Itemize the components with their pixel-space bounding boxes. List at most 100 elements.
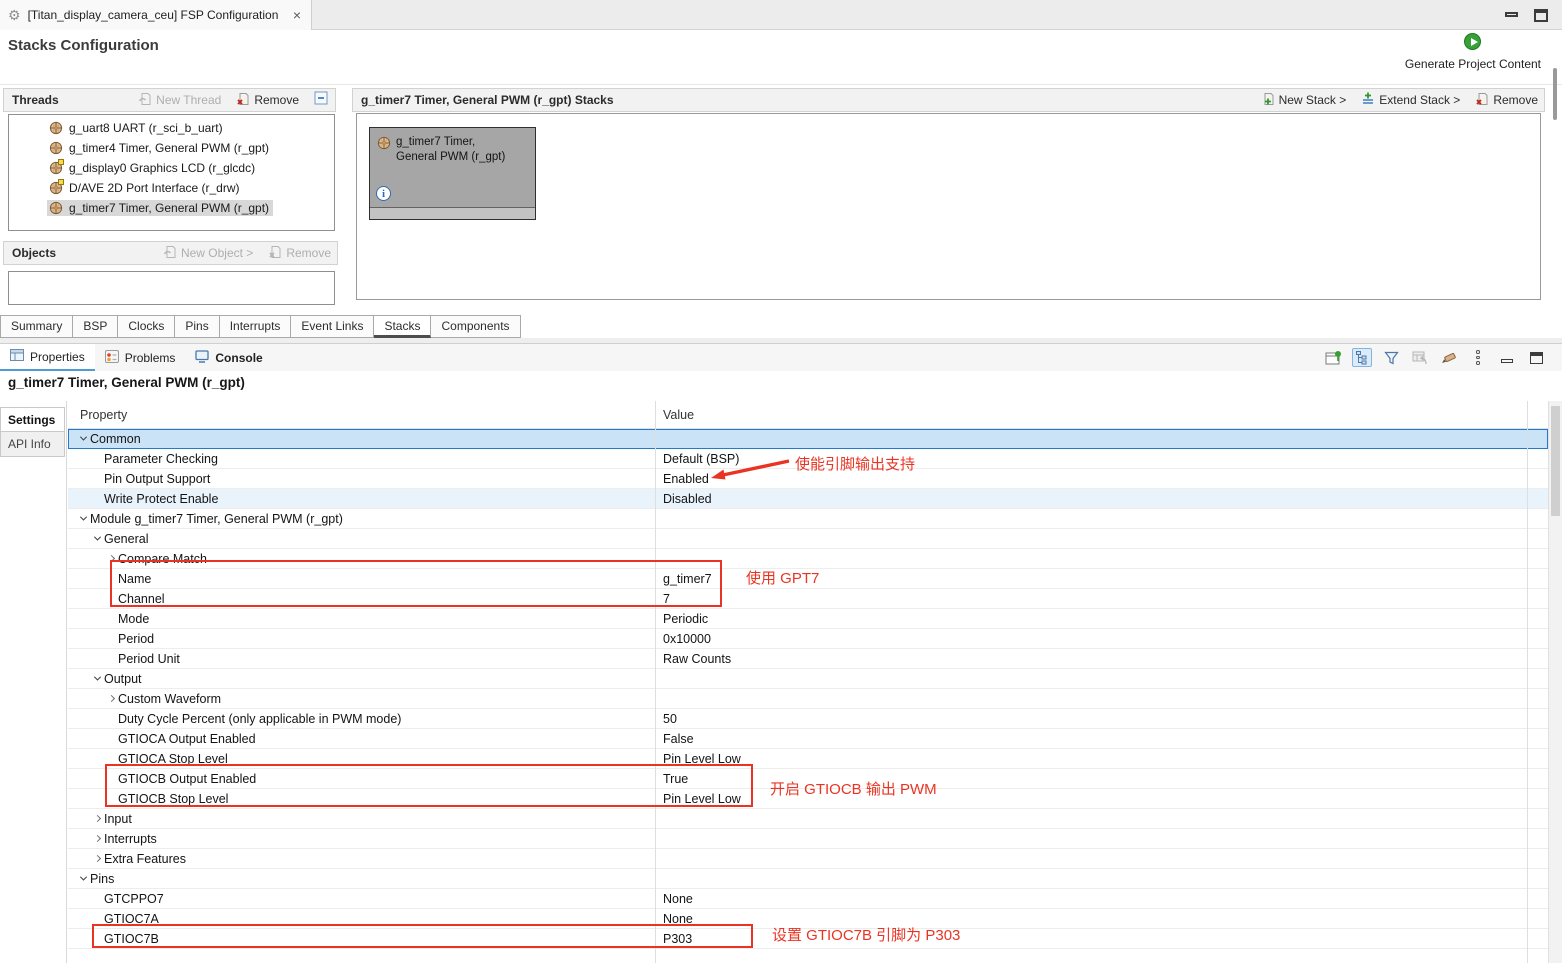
collapse-all-icon[interactable]: [314, 91, 329, 109]
configuration-tabs: SummaryBSPClocksPinsInterruptsEvent Link…: [0, 315, 521, 338]
filter-icon[interactable]: [1381, 348, 1401, 367]
property-row[interactable]: Nameg_timer7: [68, 569, 1548, 589]
new-stack-button[interactable]: New Stack >: [1261, 92, 1347, 109]
pin-view-icon[interactable]: [1323, 348, 1343, 367]
thread-item[interactable]: D/AVE 2D Port Interface (r_drw): [9, 178, 334, 198]
view-tab-properties[interactable]: Properties: [0, 344, 95, 371]
property-row[interactable]: Input: [68, 809, 1548, 829]
config-tab-pins[interactable]: Pins: [175, 315, 219, 338]
property-row[interactable]: GTIOCB Output EnabledTrue: [68, 769, 1548, 789]
restore-defaults-icon[interactable]: [1410, 348, 1430, 367]
property-row[interactable]: Interrupts: [68, 829, 1548, 849]
close-icon[interactable]: ×: [293, 7, 301, 23]
view-menu-icon[interactable]: [1468, 348, 1488, 367]
property-label: Mode: [118, 612, 149, 626]
info-icon[interactable]: i: [376, 186, 391, 201]
column-divider[interactable]: [1527, 401, 1528, 963]
tree-view-icon[interactable]: [1352, 348, 1372, 367]
thread-item[interactable]: g_timer4 Timer, General PWM (r_gpt): [9, 138, 334, 158]
maximize-icon[interactable]: [1534, 9, 1548, 22]
property-row[interactable]: GTIOCA Output EnabledFalse: [68, 729, 1548, 749]
property-row[interactable]: GTIOCB Stop LevelPin Level Low: [68, 789, 1548, 809]
minimize-icon[interactable]: [1505, 12, 1518, 17]
chevron-expanded-icon[interactable]: [76, 876, 90, 881]
minimize-view-icon[interactable]: [1497, 348, 1517, 367]
property-row[interactable]: Common: [68, 429, 1548, 449]
view-tab-problems[interactable]: Problems: [95, 344, 186, 371]
chevron-collapsed-icon[interactable]: [104, 696, 118, 701]
property-label: Common: [90, 432, 141, 446]
config-tab-bsp[interactable]: BSP: [73, 315, 118, 338]
extend-stack-button[interactable]: Extend Stack >: [1361, 92, 1460, 109]
property-row[interactable]: Module g_timer7 Timer, General PWM (r_gp…: [68, 509, 1548, 529]
property-row[interactable]: Write Protect EnableDisabled: [68, 489, 1548, 509]
config-tab-components[interactable]: Components: [431, 315, 520, 338]
stacks-configuration-editor: Stacks Configuration Generate Project Co…: [0, 30, 1562, 315]
module-icon: [377, 136, 391, 155]
config-tab-clocks[interactable]: Clocks: [118, 315, 175, 338]
property-row[interactable]: Compare Match: [68, 549, 1548, 569]
property-row[interactable]: Pins: [68, 869, 1548, 889]
property-row[interactable]: Pin Output SupportEnabled: [68, 469, 1548, 489]
stack-module-label: g_timer7 Timer, General PWM (r_gpt): [396, 135, 505, 165]
objects-title: Objects: [12, 246, 56, 260]
property-row[interactable]: Period UnitRaw Counts: [68, 649, 1548, 669]
properties-scrollbar[interactable]: [1548, 401, 1562, 963]
remove-stack-button[interactable]: Remove: [1475, 92, 1538, 109]
property-row[interactable]: Channel7: [68, 589, 1548, 609]
threads-scrollbar-thumb[interactable]: [1553, 68, 1557, 120]
property-value: 7: [655, 589, 670, 608]
tab-settings[interactable]: Settings: [0, 407, 65, 432]
property-row[interactable]: GTIOC7BP303: [68, 929, 1548, 949]
property-row[interactable]: Parameter CheckingDefault (BSP): [68, 449, 1548, 469]
properties-icon: [10, 349, 24, 364]
chevron-collapsed-icon[interactable]: [90, 836, 104, 841]
new-thread-button[interactable]: New Thread: [138, 92, 221, 109]
property-row[interactable]: ModePeriodic: [68, 609, 1548, 629]
chevron-collapsed-icon[interactable]: [104, 556, 118, 561]
scrollbar-thumb[interactable]: [1551, 406, 1560, 516]
column-divider[interactable]: [655, 401, 656, 963]
tab-api-info[interactable]: API Info: [0, 432, 65, 457]
property-row[interactable]: Duty Cycle Percent (only applicable in P…: [68, 709, 1548, 729]
property-label: Compare Match: [118, 552, 207, 566]
property-row[interactable]: GTIOC7ANone: [68, 909, 1548, 929]
chevron-collapsed-icon[interactable]: [90, 856, 104, 861]
new-object-button[interactable]: New Object >: [163, 245, 253, 262]
property-row[interactable]: Output: [68, 669, 1548, 689]
chevron-expanded-icon[interactable]: [90, 536, 104, 541]
config-tab-summary[interactable]: Summary: [0, 315, 73, 338]
property-label: Duty Cycle Percent (only applicable in P…: [118, 712, 401, 726]
chevron-expanded-icon[interactable]: [90, 676, 104, 681]
chevron-collapsed-icon[interactable]: [90, 816, 104, 821]
thread-item[interactable]: g_uart8 UART (r_sci_b_uart): [9, 118, 334, 138]
property-value: None: [655, 889, 693, 908]
generate-project-content-button[interactable]: Generate Project Content: [1405, 33, 1541, 71]
remove-thread-button[interactable]: Remove: [236, 92, 299, 109]
property-row[interactable]: Period0x10000: [68, 629, 1548, 649]
stacks-panel-header: g_timer7 Timer, General PWM (r_gpt) Stac…: [352, 88, 1545, 112]
stacks-canvas: g_timer7 Timer, General PWM (r_gpt) i: [356, 113, 1541, 300]
property-row[interactable]: GTIOCA Stop LevelPin Level Low: [68, 749, 1548, 769]
edit-pen-icon[interactable]: [1439, 348, 1459, 367]
property-row[interactable]: Custom Waveform: [68, 689, 1548, 709]
fsp-configuration-tab[interactable]: ⚙ [Titan_display_camera_ceu] FSP Configu…: [0, 0, 312, 30]
thread-item-label: D/AVE 2D Port Interface (r_drw): [69, 181, 240, 195]
property-row[interactable]: Extra Features: [68, 849, 1548, 869]
property-row[interactable]: GTCPPO7None: [68, 889, 1548, 909]
config-tab-stacks[interactable]: Stacks: [374, 315, 431, 338]
fsp-configuration-window: ⚙ [Titan_display_camera_ceu] FSP Configu…: [0, 0, 1562, 963]
property-value: 50: [655, 709, 677, 728]
view-tab-console[interactable]: Console: [185, 344, 272, 371]
maximize-view-icon[interactable]: [1526, 348, 1546, 367]
property-label: GTIOCB Stop Level: [118, 792, 228, 806]
thread-item[interactable]: g_timer7 Timer, General PWM (r_gpt): [9, 198, 334, 218]
thread-item[interactable]: g_display0 Graphics LCD (r_glcdc): [9, 158, 334, 178]
stack-module-gtimer7[interactable]: g_timer7 Timer, General PWM (r_gpt) i: [369, 127, 536, 220]
chevron-expanded-icon[interactable]: [76, 516, 90, 521]
config-tab-event-links[interactable]: Event Links: [291, 315, 374, 338]
remove-object-button[interactable]: Remove: [268, 245, 331, 262]
property-row[interactable]: General: [68, 529, 1548, 549]
config-tab-interrupts[interactable]: Interrupts: [220, 315, 292, 338]
chevron-expanded-icon[interactable]: [76, 436, 90, 441]
